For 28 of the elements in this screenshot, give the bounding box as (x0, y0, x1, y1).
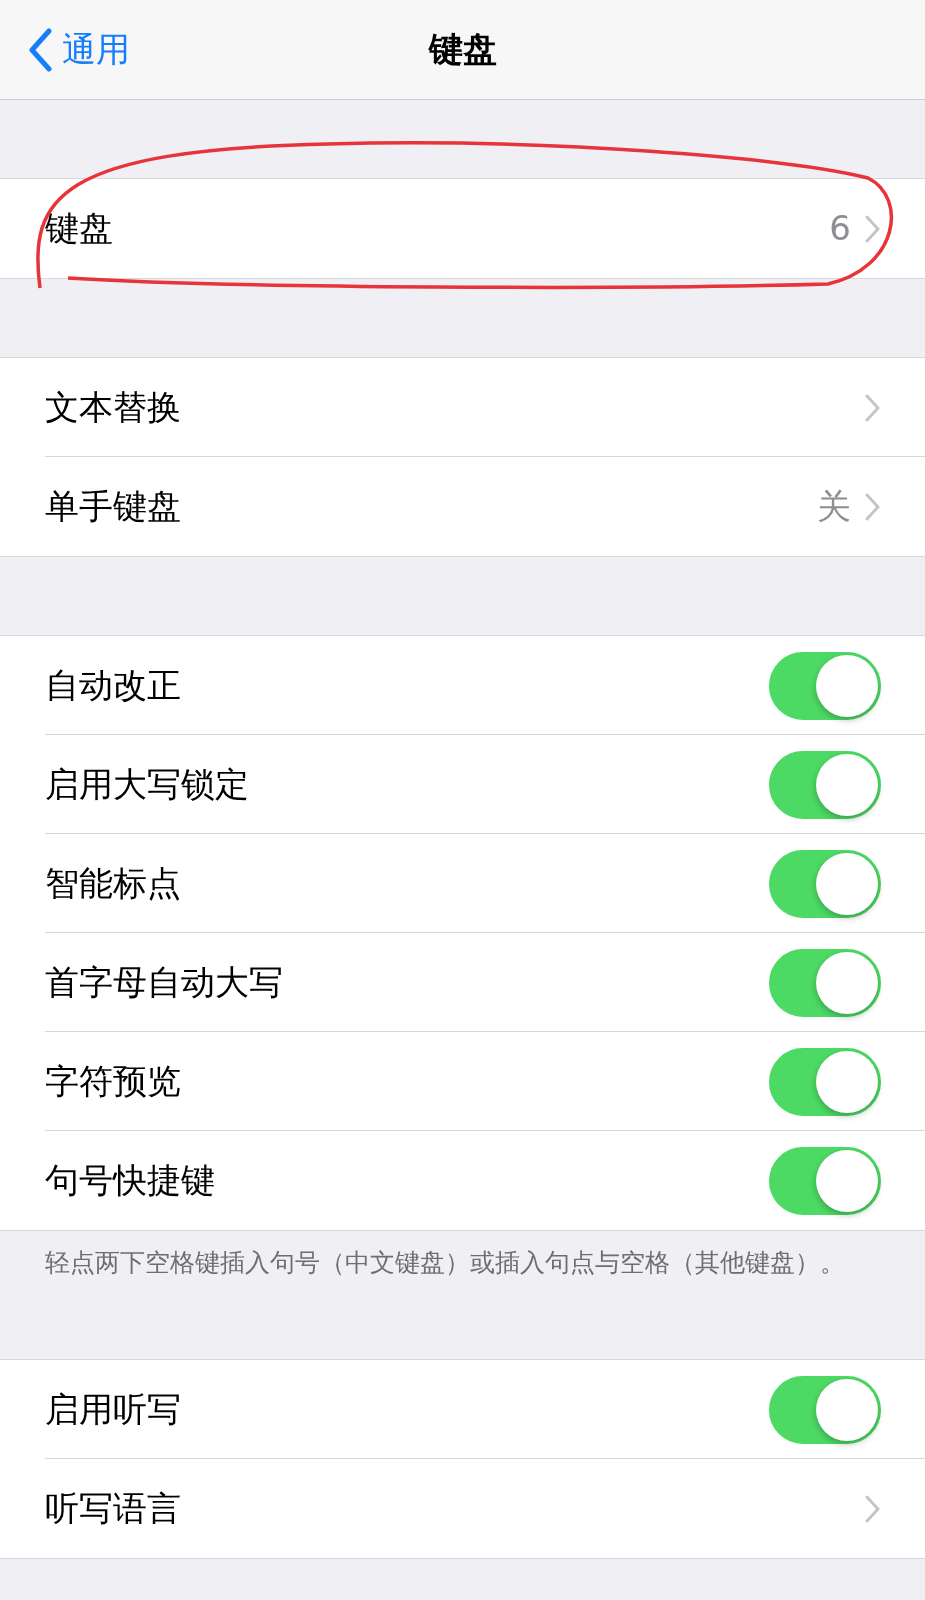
setting-label: 智能标点 (45, 862, 182, 905)
setting-label: 启用听写 (45, 1388, 182, 1431)
chevron-icon (865, 214, 881, 243)
setting-label: 句号快捷键 (45, 1159, 216, 1202)
toggle-switch[interactable] (769, 1146, 881, 1215)
chevron-icon (865, 1494, 881, 1523)
setting-label: 键盘 (45, 207, 114, 250)
toggle-switch[interactable] (769, 849, 881, 918)
setting-label: 启用大写锁定 (45, 763, 250, 806)
toggle-switch[interactable] (769, 1047, 881, 1116)
page-title: 键盘 (428, 28, 497, 71)
toggle-switch[interactable] (769, 651, 881, 720)
setting-label: 单手键盘 (45, 485, 182, 528)
setting-value: 关 (817, 485, 851, 528)
footer-note: 轻点两下空格键插入句号（中文键盘）或插入句点与空格（其他键盘）。 (44, 1247, 846, 1279)
toggle-switch[interactable] (769, 948, 881, 1017)
setting-value: 6 (829, 207, 851, 250)
setting-label: 首字母自动大写 (45, 961, 284, 1004)
setting-label: 字符预览 (45, 1060, 182, 1103)
back-chevron-icon (28, 27, 52, 72)
setting-label: 自动改正 (45, 664, 182, 707)
chevron-icon (865, 393, 881, 422)
chevron-icon (865, 492, 881, 521)
toggle-switch[interactable] (769, 750, 881, 819)
toggle-switch[interactable] (769, 1375, 881, 1444)
setting-label: 听写语言 (45, 1487, 182, 1530)
back-button[interactable]: 通用 (28, 24, 130, 75)
setting-label: 文本替换 (45, 386, 182, 429)
